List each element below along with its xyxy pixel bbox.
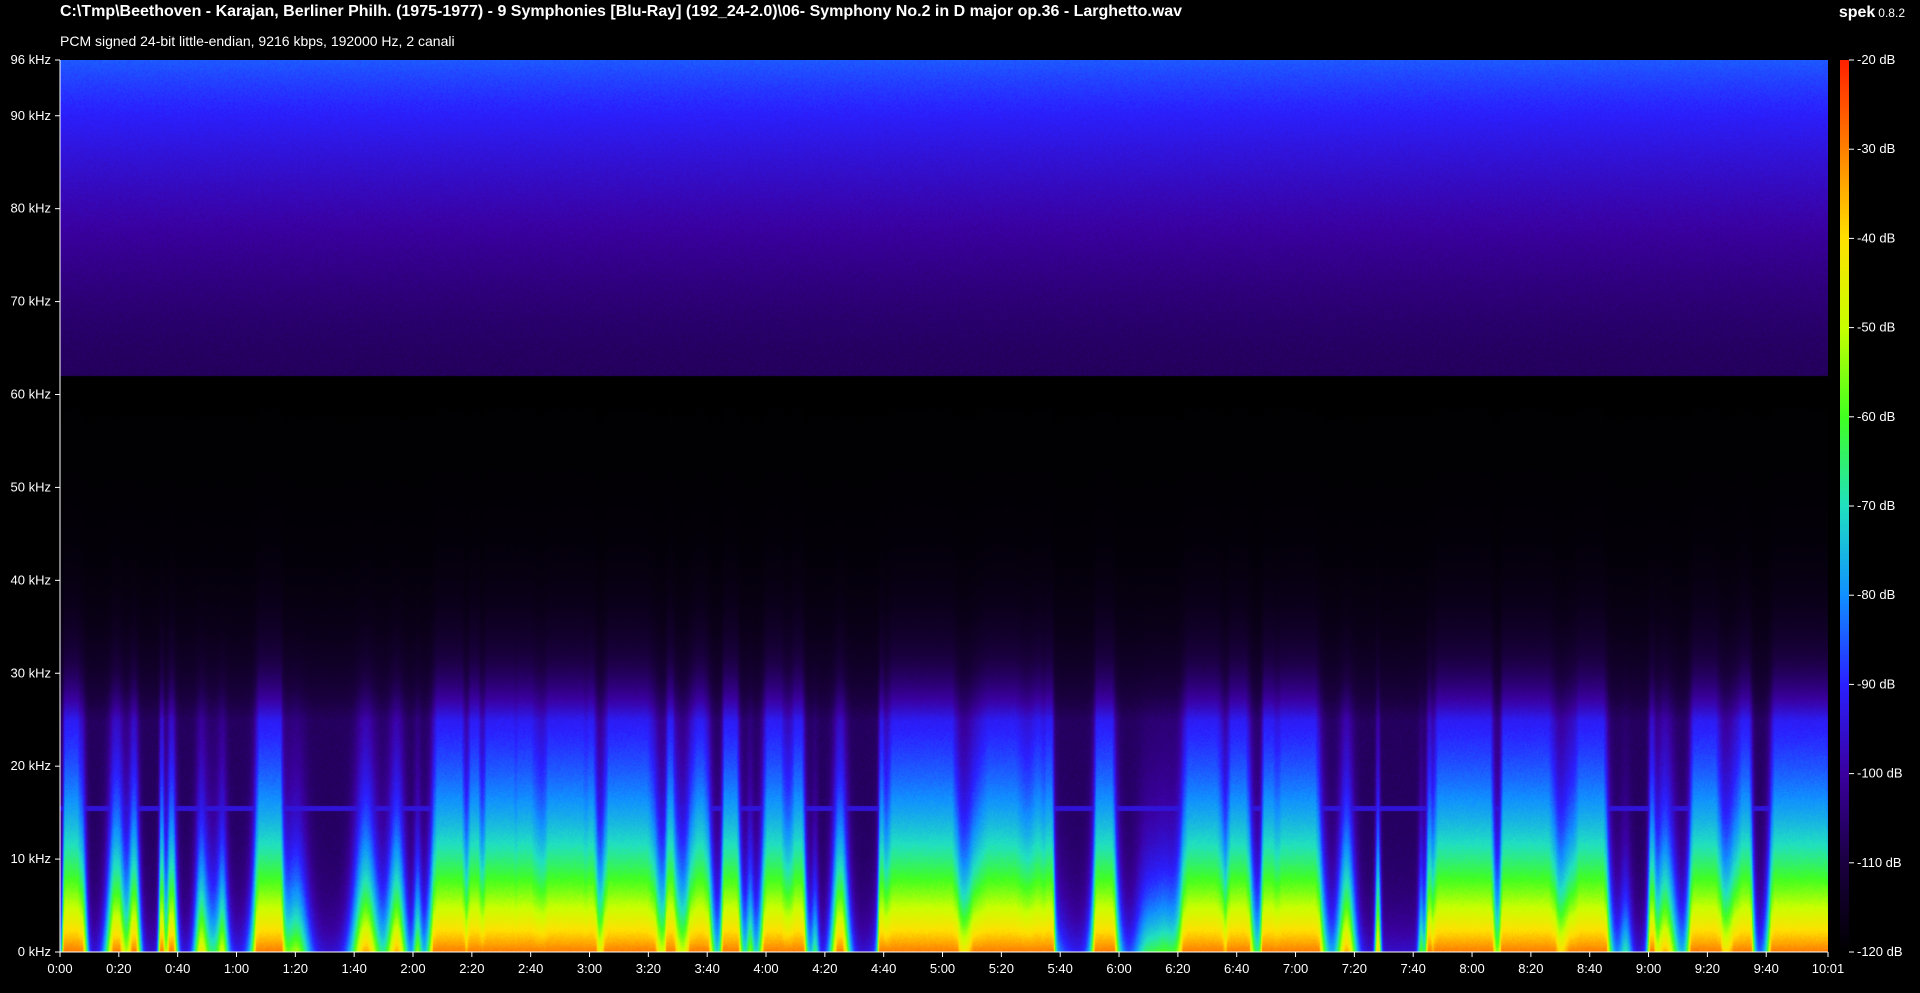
x-tick-label: 5:00 bbox=[930, 961, 955, 976]
x-tick-label: 6:40 bbox=[1224, 961, 1249, 976]
x-tick-label: 7:20 bbox=[1342, 961, 1367, 976]
x-tick-label: 9:00 bbox=[1636, 961, 1661, 976]
y-tick-label: 50 kHz bbox=[11, 479, 51, 494]
x-tick-label: 7:40 bbox=[1401, 961, 1426, 976]
x-tick-label: 1:20 bbox=[283, 961, 308, 976]
colorbar-label: -50 dB bbox=[1857, 320, 1895, 335]
colorbar-label: -40 dB bbox=[1857, 230, 1895, 245]
colorbar-label: -90 dB bbox=[1857, 676, 1895, 691]
colorbar-label: -120 dB bbox=[1857, 944, 1903, 959]
x-tick-label: 5:20 bbox=[989, 961, 1014, 976]
spectrogram-axes: 96 kHz 90 kHz 80 kHz 70 kHz 60 kHz 50 kHz 40 k… bbox=[11, 52, 1903, 976]
colorbar-label: -100 dB bbox=[1857, 766, 1903, 781]
y-tick-label: 0 kHz bbox=[18, 944, 51, 959]
y-tick-label: 30 kHz bbox=[11, 665, 51, 680]
colorbar-label: -80 dB bbox=[1857, 587, 1895, 602]
x-tick-label: 3:40 bbox=[695, 961, 720, 976]
x-tick-label: 8:00 bbox=[1459, 961, 1484, 976]
x-tick-label: 0:20 bbox=[106, 961, 131, 976]
y-tick-label: 10 kHz bbox=[11, 851, 51, 866]
colorbar-label: -30 dB bbox=[1857, 141, 1895, 156]
time-axis: 0:00 0:20 0:40 1:00 1:20 1:40 2:00 2:20 2:40 3:00… bbox=[47, 952, 1844, 976]
x-tick-label: 4:20 bbox=[812, 961, 837, 976]
y-tick-label: 70 kHz bbox=[11, 294, 51, 309]
y-tick-label: 20 kHz bbox=[11, 758, 51, 773]
x-tick-label: 6:20 bbox=[1165, 961, 1190, 976]
frequency-axis: 96 kHz 90 kHz 80 kHz 70 kHz 60 kHz 50 kHz 40 k… bbox=[11, 52, 60, 959]
x-tick-label: 5:40 bbox=[1048, 961, 1073, 976]
plot-frame bbox=[59, 60, 1828, 953]
x-tick-label: 3:20 bbox=[636, 961, 661, 976]
x-tick-label: 0:00 bbox=[47, 961, 72, 976]
y-tick-label: 40 kHz bbox=[11, 572, 51, 587]
x-tick-label: 8:40 bbox=[1577, 961, 1602, 976]
x-tick-label: 6:00 bbox=[1106, 961, 1131, 976]
x-tick-label: 10:01 bbox=[1812, 961, 1845, 976]
x-tick-label: 2:20 bbox=[459, 961, 484, 976]
colorbar-label: -70 dB bbox=[1857, 498, 1895, 513]
y-tick-label: 90 kHz bbox=[11, 108, 51, 123]
colorbar-gradient bbox=[1840, 60, 1849, 952]
x-tick-label: 9:20 bbox=[1695, 961, 1720, 976]
x-tick-label: 1:40 bbox=[342, 961, 367, 976]
x-tick-label: 2:40 bbox=[518, 961, 543, 976]
colorbar-label: -20 dB bbox=[1857, 52, 1895, 67]
y-tick-label: 80 kHz bbox=[11, 201, 51, 216]
x-tick-label: 7:00 bbox=[1283, 961, 1308, 976]
x-tick-label: 0:40 bbox=[165, 961, 190, 976]
x-tick-label: 3:00 bbox=[577, 961, 602, 976]
x-tick-label: 4:00 bbox=[753, 961, 778, 976]
x-tick-label: 9:40 bbox=[1754, 961, 1779, 976]
x-tick-label: 1:00 bbox=[224, 961, 249, 976]
colorbar-label: -110 dB bbox=[1857, 855, 1902, 870]
y-tick-label: 60 kHz bbox=[11, 387, 51, 402]
x-tick-label: 2:00 bbox=[400, 961, 425, 976]
x-tick-label: 4:40 bbox=[871, 961, 896, 976]
y-tick-label: 96 kHz bbox=[11, 52, 51, 67]
x-tick-label: 8:20 bbox=[1518, 961, 1543, 976]
colorbar-label: -60 dB bbox=[1857, 409, 1895, 424]
db-colorbar: -20 dB -30 dB -40 dB -50 dB -60 dB -70 dB -80 … bbox=[1840, 52, 1903, 959]
